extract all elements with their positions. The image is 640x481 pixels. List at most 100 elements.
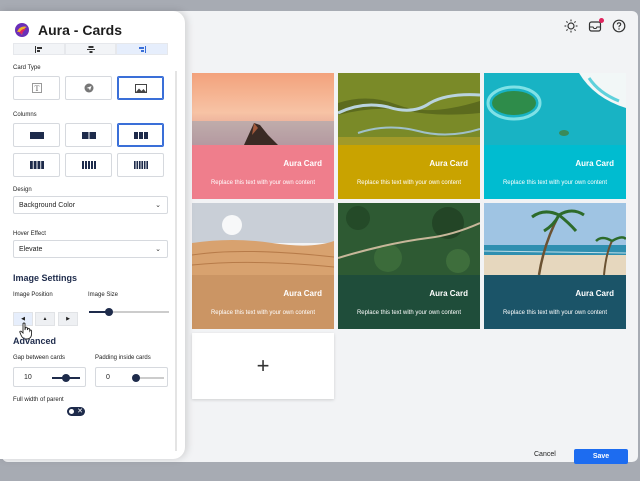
save-button[interactable]: Save — [574, 449, 628, 464]
gap-input[interactable]: 10 — [13, 367, 86, 387]
settings-panel: Aura - Cards Card Type T Columns Design … — [0, 11, 185, 459]
column-layout-icon — [81, 161, 96, 169]
image-icon — [134, 83, 147, 93]
padding-slider-thumb[interactable] — [132, 374, 140, 382]
image-settings-title: Image Settings — [13, 273, 78, 283]
column-layout-icon — [81, 131, 96, 139]
card-title: Aura Card — [429, 289, 468, 298]
card-text: Replace this text with your own content — [502, 180, 608, 186]
column-layout-icon — [29, 131, 44, 139]
aura-card[interactable]: Aura Card Replace this text with your own… — [192, 203, 334, 329]
inbox-icon[interactable] — [588, 18, 604, 33]
card-image — [338, 203, 480, 275]
card-type-image-button[interactable] — [117, 76, 164, 100]
card-body: Aura Card Replace this text with your own… — [338, 145, 480, 199]
card-body: Aura Card Replace this text with your own… — [484, 145, 626, 199]
help-icon[interactable] — [612, 19, 626, 33]
card-text: Replace this text with your own content — [356, 310, 462, 316]
card-text: Replace this text with your own content — [210, 180, 316, 186]
panel-scrollbar[interactable] — [175, 71, 177, 451]
aura-card[interactable]: Aura Card Replace this text with your own… — [338, 73, 480, 199]
padding-input[interactable]: 0 — [95, 367, 168, 387]
columns-5-button[interactable] — [65, 153, 112, 177]
gap-slider-thumb[interactable] — [62, 374, 70, 382]
full-width-toggle[interactable]: ✕ — [67, 407, 85, 416]
card-image — [338, 73, 480, 145]
card-body: Aura Card Replace this text with your own… — [192, 145, 334, 199]
aura-card[interactable]: Aura Card Replace this text with your own… — [484, 73, 626, 199]
advanced-title: Advanced — [13, 336, 57, 346]
hover-effect-select-value: Elevate — [19, 245, 43, 253]
aura-card[interactable]: Aura Card Replace this text with your own… — [338, 203, 480, 329]
padding-input-value: 0 — [106, 374, 110, 381]
toggle-knob — [69, 409, 74, 414]
topbar-icons — [564, 18, 626, 33]
card-type-text-button[interactable]: T — [13, 76, 60, 100]
aura-card[interactable]: Aura Card Replace this text with your own… — [192, 73, 334, 199]
image-position-label: Image Position — [13, 292, 53, 298]
chevron-down-icon: ⌄ — [155, 246, 161, 253]
align-left-button[interactable] — [13, 43, 65, 55]
card-body: Aura Card Replace this text with your own… — [338, 275, 480, 329]
card-type-label: Card Type — [13, 65, 41, 71]
card-text: Replace this text with your own content — [210, 310, 316, 316]
columns-label: Columns — [13, 112, 37, 118]
text-icon: T — [31, 83, 42, 93]
column-layout-icon — [29, 161, 44, 169]
arrow-right-icon: ▶ — [66, 316, 70, 322]
gap-input-value: 10 — [24, 374, 32, 381]
card-title: Aura Card — [575, 159, 614, 168]
aura-card[interactable]: Aura Card Replace this text with your own… — [484, 203, 626, 329]
card-title: Aura Card — [283, 159, 322, 168]
panel-title: Aura - Cards — [38, 22, 123, 38]
position-top-button[interactable]: ▲ — [35, 312, 55, 326]
arrow-up-icon: ▲ — [42, 316, 48, 322]
card-title: Aura Card — [283, 289, 322, 298]
columns-2-button[interactable] — [65, 123, 112, 147]
alignment-buttons — [13, 43, 169, 55]
card-type-icon-button[interactable] — [65, 76, 112, 100]
card-image — [484, 73, 626, 145]
aura-logo-icon — [15, 23, 29, 37]
columns-4-button[interactable] — [13, 153, 60, 177]
image-size-slider-thumb[interactable] — [105, 308, 113, 316]
align-center-button[interactable] — [64, 43, 117, 55]
close-icon: ✕ — [77, 408, 83, 415]
sun-icon[interactable] — [564, 19, 578, 33]
add-card-button[interactable]: + — [192, 333, 334, 399]
gap-label: Gap between cards — [13, 355, 66, 361]
align-right-button[interactable] — [116, 43, 169, 55]
align-right-icon — [139, 45, 147, 53]
svg-text:T: T — [34, 84, 39, 93]
card-image — [192, 203, 334, 275]
card-image — [484, 203, 626, 275]
hover-effect-select[interactable]: Elevate ⌄ — [13, 240, 168, 258]
cancel-button[interactable]: Cancel — [534, 451, 556, 458]
card-title: Aura Card — [575, 289, 614, 298]
panel-header: Aura - Cards — [14, 22, 122, 38]
chevron-down-icon: ⌄ — [155, 202, 161, 209]
columns-3-button[interactable] — [117, 123, 164, 147]
align-left-icon — [34, 45, 42, 53]
design-select[interactable]: Background Color ⌄ — [13, 196, 168, 214]
card-title: Aura Card — [429, 159, 468, 168]
card-image — [192, 73, 334, 145]
notification-dot — [599, 18, 604, 23]
plus-icon: + — [256, 353, 270, 378]
align-center-icon — [86, 45, 95, 53]
column-layout-icon — [133, 131, 148, 139]
full-width-label: Full width of parent — [13, 397, 64, 403]
design-label: Design — [13, 187, 32, 193]
card-text: Replace this text with your own content — [502, 310, 608, 316]
position-right-button[interactable]: ▶ — [58, 312, 78, 326]
card-text: Replace this text with your own content — [356, 180, 462, 186]
card-body: Aura Card Replace this text with your own… — [192, 275, 334, 329]
columns-1-button[interactable] — [13, 123, 60, 147]
paper-plane-icon — [84, 83, 93, 93]
design-select-value: Background Color — [19, 201, 76, 209]
card-body: Aura Card Replace this text with your own… — [484, 275, 626, 329]
columns-6-button[interactable] — [117, 153, 164, 177]
column-layout-icon — [133, 161, 148, 169]
image-size-label: Image Size — [88, 292, 119, 298]
hover-effect-label: Hover Effect — [13, 231, 46, 237]
